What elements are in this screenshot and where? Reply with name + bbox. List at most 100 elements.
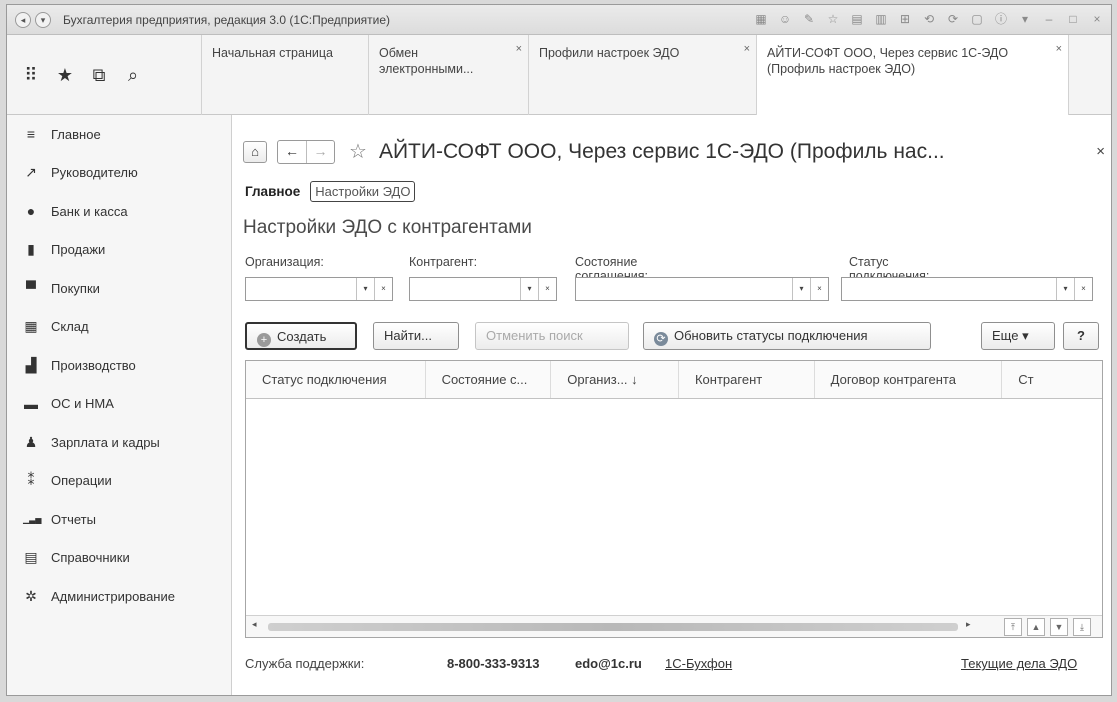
- column-connection-status[interactable]: Статус подключения: [246, 361, 426, 398]
- more-button[interactable]: Еще ▾: [981, 322, 1055, 350]
- toolbar-icon-9[interactable]: ⟳: [945, 11, 961, 27]
- sidebar-item-label: ОС и НМА: [51, 396, 114, 412]
- help-button[interactable]: ?: [1063, 322, 1099, 350]
- sidebar-item-main[interactable]: ≡ Главное: [7, 115, 231, 154]
- sidebar-item-operations[interactable]: ⁑ Операции: [7, 462, 231, 501]
- tab-edo-profiles[interactable]: Профили настроек ЭДО ×: [529, 35, 757, 115]
- apps-grid-icon[interactable]: ⠿: [21, 65, 41, 86]
- column-extra[interactable]: Ст: [1002, 361, 1102, 398]
- organization-filter-input[interactable]: ▾ ×: [245, 277, 393, 301]
- factory-icon: ▟: [25, 356, 37, 373]
- table-footer-bar: ◂ ▸ ⤒ ▲ ▼ ⤓: [246, 615, 1102, 637]
- refresh-statuses-button[interactable]: ⟳ Обновить статусы подключения: [643, 322, 931, 350]
- favorites-icon[interactable]: ★: [55, 65, 75, 86]
- sidebar-item-purchases[interactable]: ▀ Покупки: [7, 269, 231, 308]
- sidebar-item-label: Покупки: [51, 280, 100, 296]
- go-down-icon[interactable]: ▼: [1050, 618, 1068, 636]
- chevron-down-icon[interactable]: ▾: [520, 278, 538, 300]
- toolbar-icon-6[interactable]: ▥: [873, 11, 889, 27]
- scroll-left-icon[interactable]: ◂: [252, 619, 257, 630]
- sidebar-item-label: Операции: [51, 473, 112, 489]
- toolbar-icon-5[interactable]: ▤: [849, 11, 865, 27]
- section-main-link[interactable]: Главное: [245, 184, 300, 199]
- sidebar-item-directories[interactable]: ▤ Справочники: [7, 539, 231, 578]
- chevron-down-icon[interactable]: ▾: [356, 278, 374, 300]
- close-icon[interactable]: ×: [744, 41, 750, 57]
- sidebar-item-label: Склад: [51, 319, 89, 335]
- column-agreement-state[interactable]: Состояние с...: [426, 361, 552, 398]
- system-menu-icon[interactable]: ▾: [35, 11, 51, 28]
- chevron-down-icon[interactable]: ▾: [1056, 278, 1074, 300]
- cancel-search-button[interactable]: Отменить поиск: [475, 322, 629, 350]
- tab-edo-exchange[interactable]: Обмен электронными... ×: [369, 35, 529, 115]
- info-icon[interactable]: ⓘ: [993, 11, 1009, 27]
- sidebar-item-salary[interactable]: ♟ Зарплата и кадры: [7, 423, 231, 462]
- clear-icon[interactable]: ×: [538, 278, 556, 300]
- search-icon[interactable]: ⌕: [123, 65, 143, 86]
- go-to-last-icon[interactable]: ⤓: [1073, 618, 1091, 636]
- tab-current-profile[interactable]: АЙТИ-СОФТ ООО, Через сервис 1С-ЭДО (Проф…: [757, 35, 1069, 116]
- toolbar-icon-8[interactable]: ⟲: [921, 11, 937, 27]
- create-button[interactable]: + Создать: [245, 322, 357, 350]
- sidebar-item-director[interactable]: ↗ Руководителю: [7, 154, 231, 193]
- column-organization[interactable]: Организ... ↓: [551, 361, 679, 398]
- sidebar-item-production[interactable]: ▟ Производство: [7, 346, 231, 385]
- home-icon[interactable]: ⌂: [243, 140, 267, 163]
- toolbar-icon-10[interactable]: ▢: [969, 11, 985, 27]
- dropdown-icon[interactable]: ▾: [1017, 11, 1033, 27]
- form-sections: Главное Настройки ЭДО: [245, 181, 416, 202]
- form-area: ⌂ ← → ☆ АЙТИ-СОФТ ООО, Через сервис 1С-Э…: [233, 115, 1111, 695]
- back-system-icon[interactable]: ◂: [15, 11, 31, 28]
- app-window: ◂ ▾ Бухгалтерия предприятия, редакция 3.…: [6, 4, 1112, 696]
- star-icon[interactable]: ☆: [349, 139, 367, 164]
- filter-label-organization: Организация:: [245, 255, 324, 269]
- toolbar-icon-1[interactable]: ▦: [753, 11, 769, 27]
- history-icon[interactable]: ⧉: [89, 65, 109, 86]
- toolbar-icon-2[interactable]: ☺: [777, 11, 793, 27]
- go-up-icon[interactable]: ▲: [1027, 618, 1045, 636]
- sidebar-item-sales[interactable]: ▮ Продажи: [7, 231, 231, 270]
- back-arrow-icon[interactable]: ←: [278, 141, 306, 163]
- refresh-statuses-label: Обновить статусы подключения: [674, 328, 868, 343]
- book-icon: ▤: [24, 549, 38, 566]
- close-icon[interactable]: ×: [1056, 41, 1062, 57]
- sidebar-item-reports[interactable]: ▁▃▅ Отчеты: [7, 500, 231, 539]
- column-counterparty[interactable]: Контрагент: [679, 361, 815, 398]
- connection-status-filter-input[interactable]: ▾ ×: [841, 277, 1093, 301]
- go-to-first-icon[interactable]: ⤒: [1004, 618, 1022, 636]
- sidebar-item-warehouse[interactable]: ▦ Склад: [7, 308, 231, 347]
- tab-label: Профили настроек ЭДО: [539, 46, 680, 60]
- chevron-down-icon[interactable]: ▾: [792, 278, 810, 300]
- sidebar-item-administration[interactable]: ✲ Администрирование: [7, 577, 231, 616]
- support-email[interactable]: edo@1c.ru: [575, 656, 642, 671]
- clear-icon[interactable]: ×: [1074, 278, 1092, 300]
- tab-label: АЙТИ-СОФТ ООО, Через сервис 1С-ЭДО (Проф…: [767, 46, 1009, 76]
- column-contract[interactable]: Договор контрагента: [815, 361, 1003, 398]
- close-icon[interactable]: ×: [516, 41, 522, 57]
- minimize-icon[interactable]: –: [1041, 11, 1057, 27]
- agreement-state-filter-input[interactable]: ▾ ×: [575, 277, 829, 301]
- support-label: Служба поддержки:: [245, 656, 365, 671]
- close-icon[interactable]: ×: [1096, 143, 1105, 160]
- maximize-icon[interactable]: □: [1065, 11, 1081, 27]
- close-window-icon[interactable]: ×: [1089, 11, 1105, 27]
- toolbar-icon-3[interactable]: ✎: [801, 11, 817, 27]
- truck-icon: ▬: [24, 395, 38, 412]
- section-edo-settings-link[interactable]: Настройки ЭДО: [310, 181, 416, 202]
- clear-icon[interactable]: ×: [374, 278, 392, 300]
- forward-arrow-icon[interactable]: →: [306, 140, 334, 163]
- find-button[interactable]: Найти...: [373, 322, 459, 350]
- current-edo-tasks-link[interactable]: Текущие дела ЭДО: [961, 656, 1077, 671]
- buhphone-link[interactable]: 1С-Бухфон: [665, 656, 732, 671]
- horizontal-scrollbar[interactable]: [268, 623, 958, 631]
- tab-home[interactable]: Начальная страница: [202, 35, 369, 115]
- scroll-right-icon[interactable]: ▸: [966, 619, 971, 630]
- sidebar-item-bank[interactable]: ● Банк и касса: [7, 192, 231, 231]
- warehouse-icon: ▦: [24, 318, 38, 335]
- counterparty-filter-input[interactable]: ▾ ×: [409, 277, 557, 301]
- clear-icon[interactable]: ×: [810, 278, 828, 300]
- sidebar-item-fixed-assets[interactable]: ▬ ОС и НМА: [7, 385, 231, 424]
- toolbar-icon-7[interactable]: ⊞: [897, 11, 913, 27]
- favorite-icon[interactable]: ☆: [825, 11, 841, 27]
- edo-settings-table[interactable]: Статус подключения Состояние с... Органи…: [245, 360, 1103, 638]
